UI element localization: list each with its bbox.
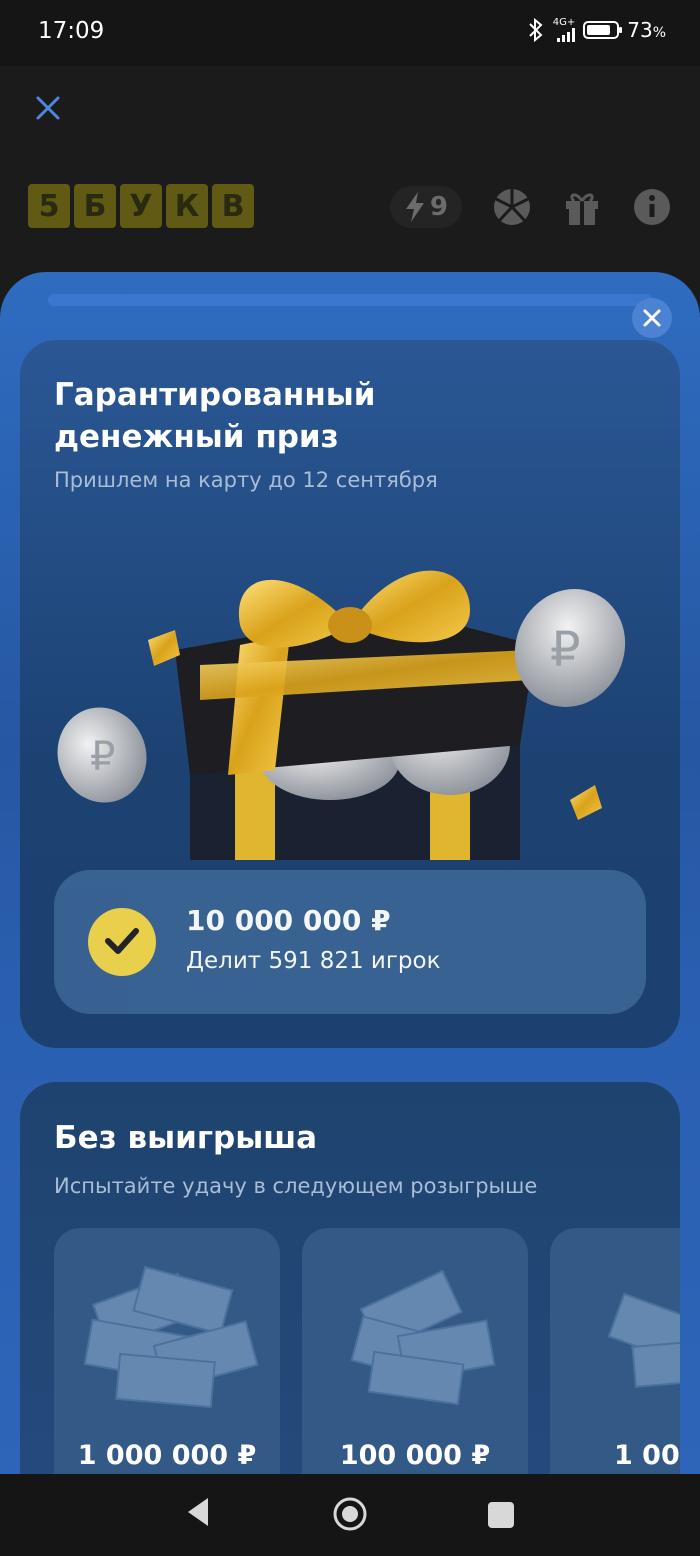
system-nav-bar	[0, 1474, 700, 1556]
recents-icon[interactable]	[488, 1502, 514, 1528]
no-win-title: Без выигрыша	[54, 1120, 318, 1156]
status-time: 17:09	[38, 18, 105, 44]
svg-text:₽: ₽	[550, 622, 581, 678]
prize-tile[interactable]: 1 000 000 ₽	[54, 1228, 280, 1476]
prize-tile[interactable]: 100 000 ₽	[302, 1228, 528, 1476]
header-actions: 9	[389, 186, 672, 228]
prize-tile[interactable]: 1 000	[550, 1228, 680, 1476]
money-stack-icon	[350, 1269, 496, 1406]
logo-letter: В	[212, 184, 254, 228]
network-indicator: 4G+	[553, 18, 576, 42]
close-icon[interactable]	[30, 90, 66, 126]
prize-tiles: 1 000 000 ₽ 100 000 ₽ 1 00	[54, 1228, 680, 1476]
prize-share-text: Делит 591 821 игрок	[186, 948, 441, 974]
close-icon	[643, 309, 661, 327]
energy-count: 9	[429, 192, 448, 222]
wheel-icon[interactable]	[492, 187, 532, 227]
gift-icon[interactable]	[562, 187, 602, 227]
no-win-subtitle: Испытайте удачу в следующем розыгрыше	[54, 1174, 538, 1198]
status-icons: 4G+ 73%	[527, 18, 666, 42]
check-icon	[105, 928, 139, 954]
status-bar: 17:09 4G+ 73%	[0, 0, 700, 66]
energy-counter[interactable]: 9	[389, 186, 462, 228]
bluetooth-icon	[529, 18, 543, 42]
logo-letter: 5	[28, 184, 70, 228]
guaranteed-prize-card: Гарантированный денежный приз Пришлем на…	[20, 340, 680, 1048]
logo-letter: К	[166, 184, 208, 228]
game-logo: 5 Б У К В	[28, 184, 254, 228]
prize-amount: 10 000 000 ₽	[186, 904, 391, 937]
prize-card-subtitle: Пришлем на карту до 12 сентября	[54, 468, 438, 492]
battery-percent: 73%	[627, 18, 666, 42]
logo-letter: Б	[74, 184, 116, 228]
gift-illustration: ₽ ₽	[57, 570, 626, 860]
money-stack-icon	[83, 1265, 259, 1409]
sheet-close-button[interactable]	[632, 298, 672, 338]
tile-amount: 1 000	[614, 1440, 680, 1471]
prize-info-row: 10 000 000 ₽ Делит 591 821 игрок	[54, 870, 646, 1014]
signal-icon	[557, 28, 576, 42]
check-badge	[88, 908, 156, 976]
svg-text:₽: ₽	[90, 734, 115, 780]
sheet-handle[interactable]	[48, 294, 652, 306]
info-icon[interactable]	[632, 187, 672, 227]
back-icon[interactable]	[184, 1496, 212, 1528]
bolt-icon	[405, 192, 424, 222]
tile-amount: 1 000 000 ₽	[77, 1440, 257, 1471]
battery-icon	[583, 21, 623, 39]
no-win-card: Без выигрыша Испытайте удачу в следующем…	[20, 1082, 680, 1476]
home-icon[interactable]	[332, 1496, 368, 1532]
prize-card-title: Гарантированный денежный приз	[54, 377, 376, 455]
money-stack-icon	[607, 1292, 680, 1388]
logo-letter: У	[120, 184, 162, 228]
prize-sheet: Гарантированный денежный приз Пришлем на…	[0, 272, 700, 1476]
tile-amount: 100 000 ₽	[339, 1440, 491, 1471]
network-type: 4G+	[552, 17, 576, 28]
